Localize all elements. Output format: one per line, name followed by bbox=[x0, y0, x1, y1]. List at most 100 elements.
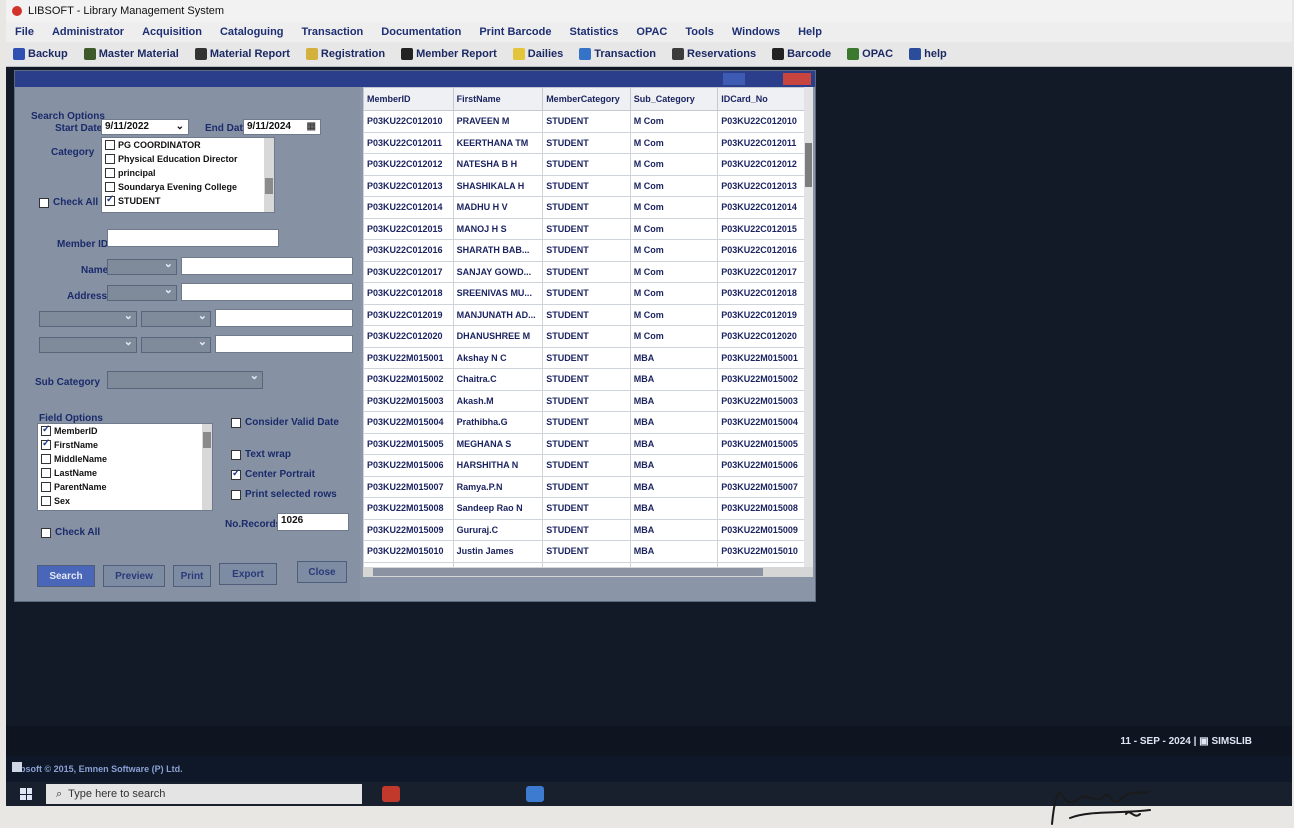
table-cell[interactable]: STUDENT bbox=[542, 497, 631, 520]
table-cell[interactable]: STUDENT bbox=[542, 475, 631, 498]
table-cell[interactable]: STUDENT bbox=[542, 260, 631, 283]
table-row[interactable]: P03KU22C012017 SANJAY GOWD... STUDENT M Com… bbox=[363, 260, 813, 283]
text-wrap-checkbox[interactable]: Text wrap bbox=[231, 449, 291, 460]
minimize-button[interactable] bbox=[723, 73, 745, 85]
menu-item-documentation[interactable]: Documentation bbox=[372, 26, 470, 38]
table-cell[interactable]: Akash.M bbox=[452, 389, 544, 412]
table-cell[interactable]: P03KU22C012010 bbox=[363, 110, 454, 133]
table-row[interactable]: P03KU22C012020 DHANUSHREE M STUDENT M Com P0… bbox=[363, 325, 813, 348]
table-cell[interactable]: PRAVEEN M bbox=[452, 110, 544, 133]
menu-item-windows[interactable]: Windows bbox=[723, 26, 789, 38]
menu-item-file[interactable]: File bbox=[6, 26, 43, 38]
libsoft-taskbar-app-icon[interactable] bbox=[382, 786, 400, 802]
table-cell[interactable]: SANJAY GOWD... bbox=[452, 260, 544, 283]
menu-item-transaction[interactable]: Transaction bbox=[293, 26, 373, 38]
table-cell[interactable]: P03KU22C012019 bbox=[717, 303, 813, 326]
table-cell[interactable]: M Com bbox=[629, 196, 719, 219]
notification-icon[interactable] bbox=[12, 762, 22, 772]
toolbar-transaction-button[interactable]: Transaction bbox=[572, 48, 663, 60]
table-cell[interactable]: STUDENT bbox=[542, 153, 631, 176]
table-cell[interactable]: P03KU22M015005 bbox=[717, 432, 813, 455]
field-options-listbox[interactable]: MemberID FirstName MiddleName LastName Paren… bbox=[37, 423, 213, 511]
table-cell[interactable]: P03KU22M015003 bbox=[717, 389, 813, 412]
table-cell[interactable]: MBA bbox=[629, 454, 719, 477]
column-header[interactable]: IDCard_No bbox=[717, 87, 813, 111]
category-listbox[interactable]: PG COORDINATOR Physical Education Directo… bbox=[101, 137, 275, 213]
table-cell[interactable]: STUDENT bbox=[542, 368, 631, 391]
column-header[interactable]: MemberID bbox=[363, 87, 454, 111]
table-cell[interactable]: SREENIVAS MU... bbox=[452, 282, 544, 305]
table-cell[interactable]: STUDENT bbox=[542, 196, 631, 219]
table-cell[interactable]: P03KU22M015008 bbox=[717, 497, 813, 520]
preview-button[interactable]: Preview bbox=[103, 565, 165, 587]
toolbar-material-report-button[interactable]: Material Report bbox=[188, 48, 297, 60]
table-cell[interactable]: M Com bbox=[629, 110, 719, 133]
table-cell[interactable]: STUDENT bbox=[542, 217, 631, 240]
table-row[interactable]: P03KU22M015006 HARSHITHA N STUDENT MBA P03KU… bbox=[363, 454, 813, 477]
menu-item-acquisition[interactable]: Acquisition bbox=[133, 26, 211, 38]
column-header[interactable]: MemberCategory bbox=[542, 87, 631, 111]
table-cell[interactable]: M Com bbox=[629, 282, 719, 305]
toolbar-backup-button[interactable]: Backup bbox=[6, 48, 75, 60]
windows-start-icon[interactable] bbox=[20, 788, 32, 800]
table-row[interactable]: P03KU22C012012 NATESHA B H STUDENT M Com P03… bbox=[363, 153, 813, 176]
menu-item-statistics[interactable]: Statistics bbox=[560, 26, 627, 38]
extra-match-select-1[interactable] bbox=[141, 309, 211, 327]
table-cell[interactable]: P03KU22M015002 bbox=[717, 368, 813, 391]
table-cell[interactable]: P03KU22C012018 bbox=[717, 282, 813, 305]
list-item[interactable]: STUDENT bbox=[102, 194, 274, 208]
table-cell[interactable]: P03KU22M015009 bbox=[717, 518, 813, 541]
table-cell[interactable]: P03KU22M015005 bbox=[363, 432, 454, 455]
table-cell[interactable]: P03KU22C012015 bbox=[717, 217, 813, 240]
table-cell[interactable]: Gururaj.C bbox=[452, 518, 544, 541]
table-cell[interactable]: MBA bbox=[629, 346, 719, 369]
toolbar-opac-button[interactable]: OPAC bbox=[840, 48, 900, 60]
extra-match-select-2[interactable] bbox=[141, 335, 211, 353]
table-cell[interactable]: P03KU22C012016 bbox=[363, 239, 454, 262]
table-cell[interactable]: MBA bbox=[629, 497, 719, 520]
taskbar-app-icon[interactable] bbox=[526, 786, 544, 802]
table-cell[interactable]: P03KU22C012016 bbox=[717, 239, 813, 262]
toolbar-barcode-button[interactable]: Barcode bbox=[765, 48, 838, 60]
table-cell[interactable]: STUDENT bbox=[542, 346, 631, 369]
close-button[interactable]: Close bbox=[297, 561, 347, 583]
table-cell[interactable]: M Com bbox=[629, 239, 719, 262]
table-cell[interactable]: MADHU H V bbox=[452, 196, 544, 219]
table-row[interactable]: P03KU22C012015 MANOJ H S STUDENT M Com P03KU… bbox=[363, 217, 813, 240]
close-window-button[interactable] bbox=[783, 73, 811, 85]
table-cell[interactable]: HARSHITHA N bbox=[452, 454, 544, 477]
extra-input-2[interactable] bbox=[215, 335, 353, 353]
extra-field-select-2[interactable] bbox=[39, 335, 137, 353]
table-cell[interactable]: M Com bbox=[629, 260, 719, 283]
table-cell[interactable]: MBA bbox=[629, 540, 719, 563]
table-cell[interactable]: P03KU22C012011 bbox=[717, 131, 813, 154]
member-id-input[interactable] bbox=[107, 229, 279, 247]
address-match-select[interactable] bbox=[107, 283, 177, 301]
table-cell[interactable]: P03KU22C012020 bbox=[717, 325, 813, 348]
table-cell[interactable]: M Com bbox=[629, 217, 719, 240]
table-cell[interactable]: P03KU22M015001 bbox=[363, 346, 454, 369]
field-check-all[interactable]: Check All bbox=[41, 527, 100, 538]
column-header[interactable]: Sub_Category bbox=[629, 87, 719, 111]
table-cell[interactable]: MANJUNATH AD... bbox=[452, 303, 544, 326]
table-row[interactable]: P03KU22C012011 KEERTHANA TM STUDENT M Com P0… bbox=[363, 131, 813, 154]
table-cell[interactable]: P03KU22M015001 bbox=[717, 346, 813, 369]
name-input[interactable] bbox=[181, 257, 353, 275]
table-cell[interactable]: P03KU22C012020 bbox=[363, 325, 454, 348]
center-portrait-checkbox[interactable]: Center Portrait bbox=[231, 468, 315, 480]
extra-field-select-1[interactable] bbox=[39, 309, 137, 327]
table-cell[interactable]: Akshay N C bbox=[452, 346, 544, 369]
name-match-select[interactable] bbox=[107, 257, 177, 275]
export-button[interactable]: Export bbox=[219, 563, 277, 585]
checkbox[interactable] bbox=[41, 438, 51, 450]
table-cell[interactable]: STUDENT bbox=[542, 131, 631, 154]
table-row[interactable]: P03KU22C012018 SREENIVAS MU... STUDENT M Co… bbox=[363, 282, 813, 305]
checkbox[interactable] bbox=[105, 140, 115, 150]
table-cell[interactable]: P03KU22M015006 bbox=[717, 454, 813, 477]
table-cell[interactable]: STUDENT bbox=[542, 325, 631, 348]
table-cell[interactable]: P03KU22C012011 bbox=[363, 131, 454, 154]
checkbox[interactable] bbox=[231, 417, 241, 428]
list-item[interactable]: LastName bbox=[38, 466, 212, 480]
table-cell[interactable]: P03KU22C012014 bbox=[717, 196, 813, 219]
table-cell[interactable]: P03KU22M015002 bbox=[363, 368, 454, 391]
